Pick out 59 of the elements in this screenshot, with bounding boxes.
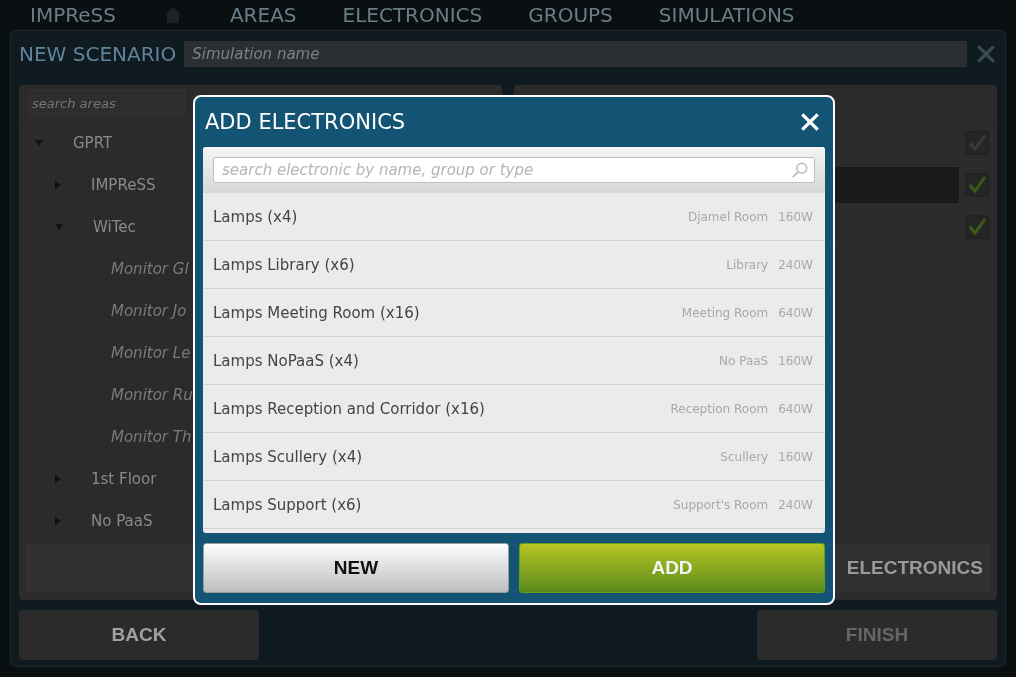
back-button[interactable]: BACK: [19, 610, 259, 660]
item-room: Djamel Room: [687, 209, 769, 224]
item-room: Meeting Room: [681, 305, 769, 320]
item-room: No PaaS: [719, 353, 769, 368]
item-power: 640W: [778, 401, 813, 416]
tree-label: GPRT: [73, 133, 113, 152]
checkbox[interactable]: [965, 172, 989, 197]
electronic-list-item[interactable]: Lamps Meeting Room (x16) Meeting Room 640W: [203, 289, 825, 337]
item-power: 160W: [778, 209, 813, 224]
item-name: Lamps Meeting Room (x16): [213, 303, 421, 322]
item-name: Lamps Reception and Corridor (x16): [213, 399, 486, 418]
expander-icon[interactable]: [55, 516, 61, 525]
item-power: 160W: [778, 449, 813, 464]
nav-link[interactable]: AREAS: [229, 3, 297, 27]
item-power: 240W: [778, 497, 813, 512]
tree-label: Monitor Jo: [111, 301, 187, 320]
scenario-title: NEW SCENARIO: [19, 42, 177, 66]
item-power: 640W: [778, 305, 813, 320]
new-button[interactable]: NEW: [203, 543, 509, 593]
expander-icon[interactable]: [55, 223, 63, 230]
item-room: Scullery: [720, 449, 769, 464]
item-name: Lamps NoPaaS (x4): [213, 351, 360, 370]
item-room: Reception Room: [670, 401, 769, 416]
electronic-list-item[interactable]: Lamps Library (x6) Library 240W: [203, 241, 825, 289]
name-field[interactable]: Simulation name: [184, 41, 967, 67]
item-name: Lamps Library (x6): [213, 255, 356, 274]
search-icon: [791, 161, 809, 179]
electronic-list-item[interactable]: Lamps Scullery (x4) Scullery 160W: [203, 433, 825, 481]
item-name: Lamps (x4): [213, 207, 299, 226]
nav-link[interactable]: GROUPS: [528, 3, 613, 27]
nav-link[interactable]: SIMULATIONS: [658, 3, 795, 27]
electronic-list-item[interactable]: Lamps (x4) Djamel Room 160W: [203, 193, 825, 241]
dialog-title: ADD ELECTRONICS: [205, 110, 406, 134]
search-field[interactable]: search electronic by name, group or type: [213, 157, 815, 183]
item-room: Support's Room: [673, 497, 769, 512]
tree-label: 1st Floor: [91, 469, 157, 488]
tree-label: Monitor Gl: [111, 259, 189, 278]
tree-label: No PaaS: [91, 511, 153, 530]
tree-label: Monitor Th: [111, 427, 192, 446]
nav-link[interactable]: ELECTRONICS: [342, 3, 483, 27]
item-power: 240W: [778, 257, 813, 272]
tree-label: Monitor Le: [111, 343, 191, 362]
item-power: 160W: [778, 353, 813, 368]
electronic-list-item[interactable]: Lamps Reception and Corridor (x16) Reception Room 640W: [203, 385, 825, 433]
expander-icon[interactable]: [55, 474, 61, 483]
item-name: Lamps Support (x6): [213, 495, 363, 514]
expander-icon[interactable]: [35, 139, 43, 146]
tree-label: Monitor Ru: [111, 385, 193, 404]
item-name: Lamps Scullery (x4): [213, 447, 364, 466]
expander-icon[interactable]: [55, 180, 61, 189]
item-room: Library: [726, 257, 769, 272]
electronic-list-item[interactable]: Lamps NoPaaS (x4) No PaaS 160W: [203, 337, 825, 385]
electronic-list-item[interactable]: Lamps Support (x6) Support's Room 240W: [203, 481, 825, 529]
checkbox[interactable]: [965, 214, 989, 239]
brand-logo[interactable]: IMPReSS: [30, 3, 116, 27]
tree-label: IMPReSS: [91, 175, 156, 194]
checkbox[interactable]: [965, 130, 989, 155]
search-field[interactable]: search areas: [29, 90, 185, 116]
tree-label: WiTec: [93, 217, 136, 236]
